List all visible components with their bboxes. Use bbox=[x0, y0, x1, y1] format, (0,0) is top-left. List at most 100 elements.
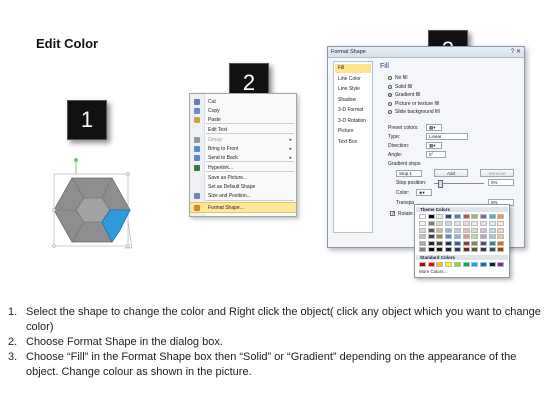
color-swatch[interactable] bbox=[471, 234, 479, 239]
stop-position-input[interactable]: 0% bbox=[488, 179, 514, 186]
color-swatch[interactable] bbox=[436, 262, 444, 267]
color-swatch[interactable] bbox=[479, 247, 487, 252]
radio-button[interactable] bbox=[388, 101, 392, 106]
color-swatch[interactable] bbox=[445, 240, 453, 246]
color-swatch[interactable] bbox=[479, 227, 487, 233]
fill-option[interactable]: Solid fill bbox=[388, 84, 412, 90]
color-swatch[interactable] bbox=[462, 234, 470, 239]
color-swatch[interactable] bbox=[462, 227, 470, 233]
color-swatch[interactable] bbox=[488, 247, 496, 252]
color-swatch[interactable] bbox=[479, 234, 487, 239]
color-swatch[interactable] bbox=[453, 221, 461, 226]
color-swatch[interactable] bbox=[453, 247, 461, 252]
context-menu-item[interactable]: Set as Default Shape bbox=[190, 182, 296, 191]
category-item[interactable]: Line Color bbox=[335, 75, 371, 84]
color-swatch[interactable] bbox=[479, 214, 487, 219]
color-swatch[interactable] bbox=[462, 262, 470, 267]
color-swatch[interactable] bbox=[479, 221, 487, 226]
preset-colors-dropdown[interactable]: ▦▾ bbox=[426, 124, 442, 131]
color-swatch[interactable] bbox=[436, 234, 444, 239]
color-swatch[interactable] bbox=[453, 227, 461, 233]
type-select[interactable]: Linear bbox=[426, 133, 468, 140]
category-item[interactable]: Fill bbox=[335, 64, 371, 73]
radio-button[interactable] bbox=[388, 110, 392, 114]
color-swatch[interactable] bbox=[471, 247, 479, 252]
color-swatch[interactable] bbox=[419, 214, 426, 219]
color-swatch[interactable] bbox=[462, 221, 470, 226]
remove-stop-button[interactable]: Remove bbox=[480, 169, 514, 177]
color-swatch[interactable] bbox=[471, 221, 479, 226]
context-menu-item[interactable]: Bring to Front ▸ bbox=[190, 144, 296, 153]
color-swatch[interactable] bbox=[445, 221, 453, 226]
rotation-handle[interactable] bbox=[74, 158, 78, 162]
color-swatch[interactable] bbox=[462, 247, 470, 252]
context-menu-item[interactable]: Save as Picture... bbox=[190, 173, 296, 182]
radio-button[interactable] bbox=[388, 84, 392, 89]
color-swatch[interactable] bbox=[488, 214, 496, 219]
category-item[interactable]: Shadow bbox=[335, 96, 371, 105]
color-swatch[interactable] bbox=[462, 214, 470, 219]
color-swatch[interactable] bbox=[436, 247, 444, 252]
color-swatch[interactable] bbox=[453, 234, 461, 239]
color-swatch[interactable] bbox=[419, 262, 426, 267]
color-swatch[interactable] bbox=[419, 221, 426, 226]
color-swatch[interactable] bbox=[488, 227, 496, 233]
color-swatch[interactable] bbox=[479, 262, 487, 267]
fill-option[interactable]: Gradient fill bbox=[388, 92, 420, 98]
fill-option[interactable]: Picture or texture fill bbox=[388, 101, 439, 107]
color-swatch[interactable] bbox=[488, 234, 496, 239]
angle-input[interactable]: 0° bbox=[426, 151, 446, 158]
color-swatch[interactable] bbox=[436, 227, 444, 233]
color-swatch[interactable] bbox=[488, 221, 496, 226]
color-swatch[interactable] bbox=[445, 262, 453, 267]
color-swatch[interactable] bbox=[427, 227, 435, 233]
color-swatch[interactable] bbox=[419, 240, 426, 246]
context-menu-item[interactable]: Copy bbox=[190, 106, 296, 115]
color-swatch[interactable] bbox=[445, 234, 453, 239]
color-swatch[interactable] bbox=[471, 214, 479, 219]
color-swatch[interactable] bbox=[497, 234, 505, 239]
color-swatch[interactable] bbox=[436, 240, 444, 246]
radio-button[interactable] bbox=[388, 93, 392, 97]
category-item[interactable]: 3-D Format bbox=[335, 106, 371, 115]
color-dropdown[interactable]: ◈▾ bbox=[416, 189, 432, 196]
color-swatch[interactable] bbox=[445, 214, 453, 219]
stop-position-thumb[interactable] bbox=[438, 180, 443, 188]
color-swatch[interactable] bbox=[453, 262, 461, 267]
direction-dropdown[interactable]: ▦▾ bbox=[426, 142, 442, 149]
color-swatch[interactable] bbox=[497, 262, 505, 267]
color-swatch[interactable] bbox=[453, 240, 461, 246]
color-swatch[interactable] bbox=[427, 214, 435, 219]
color-swatch[interactable] bbox=[497, 240, 505, 246]
color-swatch[interactable] bbox=[497, 214, 505, 219]
radio-button[interactable] bbox=[388, 76, 392, 80]
color-swatch[interactable] bbox=[427, 234, 435, 239]
color-swatch[interactable] bbox=[445, 227, 453, 233]
color-swatch[interactable] bbox=[427, 247, 435, 252]
category-item[interactable]: Line Style bbox=[335, 85, 371, 94]
color-swatch[interactable] bbox=[419, 227, 426, 233]
category-item[interactable]: Text Box bbox=[335, 138, 371, 147]
color-swatch[interactable] bbox=[471, 240, 479, 246]
color-swatch[interactable] bbox=[427, 221, 435, 226]
color-swatch[interactable] bbox=[488, 262, 496, 267]
rotate-checkbox[interactable]: ✓ bbox=[390, 211, 395, 217]
hexagon-puzzle-shape[interactable] bbox=[52, 158, 144, 250]
color-swatch[interactable] bbox=[427, 262, 435, 267]
color-swatch[interactable] bbox=[488, 240, 496, 246]
stop-select[interactable]: Stop 1 bbox=[396, 170, 422, 177]
color-swatch[interactable] bbox=[427, 240, 435, 246]
color-swatch[interactable] bbox=[471, 227, 479, 233]
context-menu-item[interactable]: Group ▸ bbox=[190, 135, 296, 144]
context-menu-item[interactable]: Size and Position... bbox=[190, 191, 296, 200]
color-swatch[interactable] bbox=[497, 221, 505, 226]
color-swatch[interactable] bbox=[436, 221, 444, 226]
color-swatch[interactable] bbox=[497, 227, 505, 233]
dialog-close-icon[interactable]: ? ✕ bbox=[511, 48, 521, 55]
color-swatch[interactable] bbox=[419, 247, 426, 252]
context-menu-item[interactable]: Cut bbox=[190, 97, 296, 106]
fill-option[interactable]: Slide background fill bbox=[388, 109, 440, 115]
category-item[interactable]: 3-D Rotation bbox=[335, 117, 371, 126]
color-swatch[interactable] bbox=[497, 247, 505, 252]
color-swatch[interactable] bbox=[419, 234, 426, 239]
